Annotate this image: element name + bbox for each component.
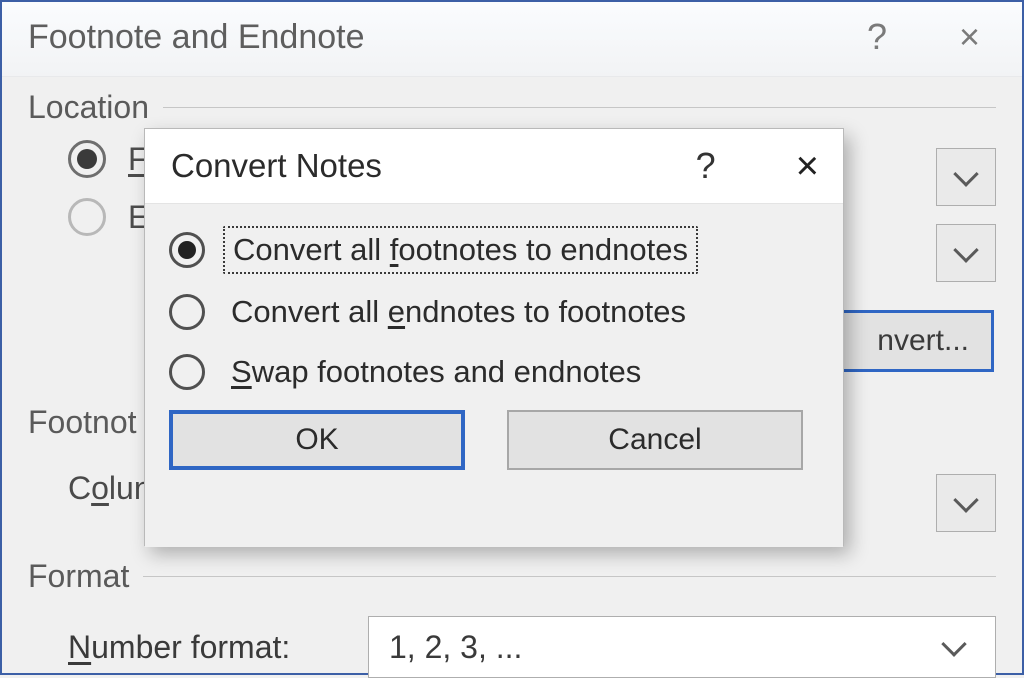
dialog-title: Footnote and Endnote <box>28 18 867 57</box>
number-format-label: Number format: <box>68 629 368 666</box>
section-divider <box>143 576 996 577</box>
option-label: Swap footnotes and endnotes <box>223 350 649 394</box>
convert-notes-dialog: Convert Notes ? × Convert all footnotes … <box>144 128 844 546</box>
close-icon[interactable]: × <box>959 19 980 55</box>
columns-dropdown[interactable] <box>936 474 996 532</box>
number-format-row: Number format: 1, 2, 3, ... <box>68 616 996 678</box>
section-location: Location <box>28 89 996 126</box>
option-label: Convert all endnotes to footnotes <box>223 290 694 334</box>
chevron-down-icon <box>941 631 966 656</box>
help-icon[interactable]: ? <box>696 145 716 187</box>
radio-icon <box>68 198 106 236</box>
radio-icon <box>68 140 106 178</box>
section-footnote-label: Footnot <box>28 404 137 441</box>
convert-button-label: nvert... <box>877 324 969 358</box>
section-location-label: Location <box>28 89 149 126</box>
radio-icon <box>169 294 205 330</box>
cancel-button-label: Cancel <box>608 423 701 457</box>
number-format-select[interactable]: 1, 2, 3, ... <box>368 616 996 678</box>
modal-body: Convert all footnotes to endnotes Conver… <box>145 203 843 547</box>
section-divider <box>163 107 996 108</box>
option-label: Convert all footnotes to endnotes <box>223 226 698 274</box>
close-icon[interactable]: × <box>796 150 819 182</box>
chevron-down-icon <box>953 237 978 262</box>
dialog-titlebar: Footnote and Endnote ? × <box>2 2 1022 77</box>
footnotes-location-dropdown[interactable] <box>936 148 996 206</box>
endnotes-location-dropdown[interactable] <box>936 224 996 282</box>
ok-button-label: OK <box>295 423 338 457</box>
section-format-label: Format <box>28 558 129 595</box>
option-swap-footnotes-endnotes[interactable]: Swap footnotes and endnotes <box>169 350 819 394</box>
columns-label: Colun <box>68 470 152 507</box>
chevron-down-icon <box>953 161 978 186</box>
modal-titlebar: Convert Notes ? × <box>145 129 843 203</box>
cancel-button[interactable]: Cancel <box>507 410 803 470</box>
radio-icon <box>169 232 205 268</box>
ok-button[interactable]: OK <box>169 410 465 470</box>
modal-button-row: OK Cancel <box>169 410 819 470</box>
chevron-down-icon <box>953 487 978 512</box>
option-convert-endnotes-to-footnotes[interactable]: Convert all endnotes to footnotes <box>169 290 819 334</box>
radio-icon <box>169 354 205 390</box>
modal-title: Convert Notes <box>171 147 696 185</box>
number-format-value: 1, 2, 3, ... <box>389 629 522 666</box>
help-icon[interactable]: ? <box>867 16 887 58</box>
section-format: Format <box>28 558 996 595</box>
option-convert-footnotes-to-endnotes[interactable]: Convert all footnotes to endnotes <box>169 226 819 274</box>
